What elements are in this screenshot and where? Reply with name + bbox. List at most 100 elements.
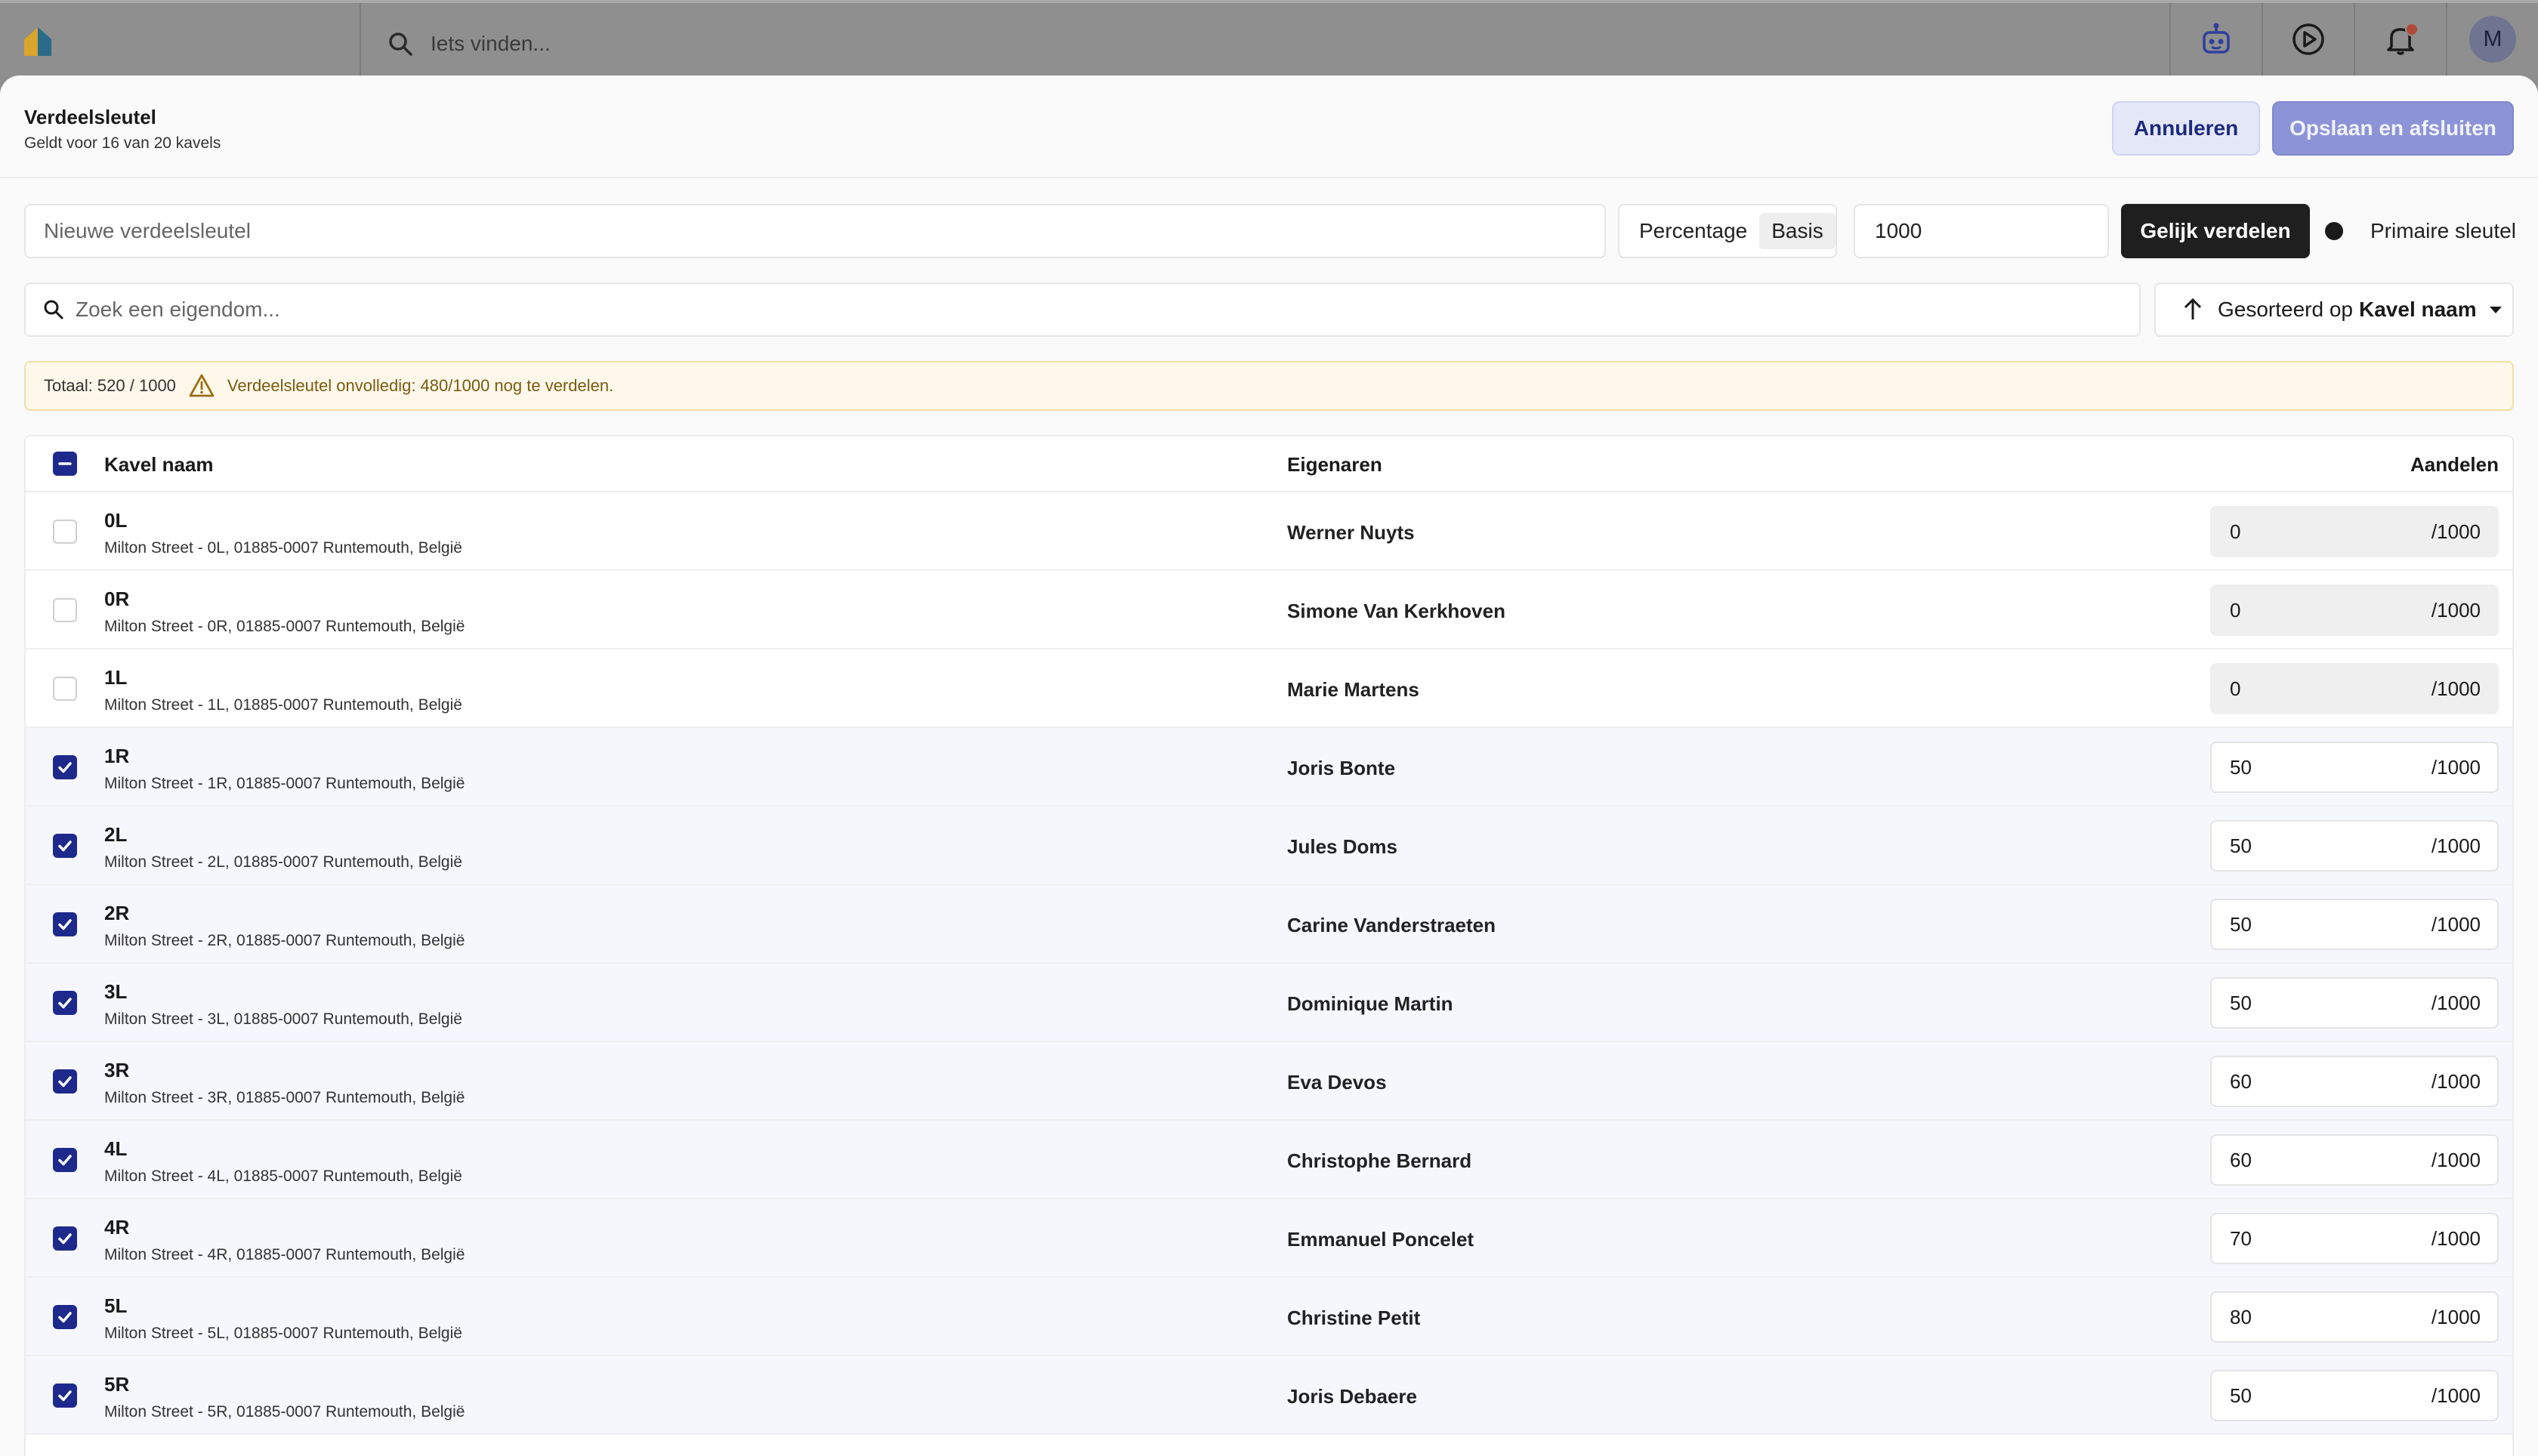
lot-owner: Carine Vanderstraeten: [1287, 914, 1496, 936]
table-row[interactable]: 3L Milton Street - 3L, 01885-0007 Runtemo…: [26, 964, 2512, 1042]
lot-owner: Emmanuel Poncelet: [1287, 1228, 1474, 1251]
assistant-button[interactable]: [2169, 3, 2262, 76]
topbar-actions: M: [2169, 3, 2538, 76]
mode-option-basis[interactable]: Basis: [1759, 213, 1836, 249]
share-input: 0/1000: [2210, 663, 2499, 714]
notifications-button[interactable]: [2354, 3, 2446, 76]
share-suffix: /1000: [2431, 1305, 2481, 1328]
share-input[interactable]: 50/1000: [2210, 742, 2499, 793]
play-icon: [2293, 23, 2324, 55]
lot-code: 3R: [104, 1059, 130, 1081]
column-header-name[interactable]: Kavel naam: [104, 453, 214, 477]
mode-option-percentage[interactable]: Percentage: [1627, 213, 1759, 249]
row-checkbox[interactable]: [53, 1305, 77, 1329]
lot-code: 5L: [104, 1294, 128, 1317]
lot-owner: Christophe Bernard: [1287, 1149, 1472, 1172]
distribution-key-modal: Verdeelsleutel Geldt voor 16 van 20 kave…: [0, 76, 2538, 1456]
equal-distribute-button[interactable]: Gelijk verdelen: [2121, 204, 2310, 258]
row-checkbox[interactable]: [53, 1069, 77, 1094]
primary-key-toggle[interactable]: Primaire sleutel: [2325, 204, 2516, 258]
lot-owner: Joris Debaere: [1287, 1385, 1417, 1408]
share-value: 50: [2230, 755, 2252, 779]
row-checkbox[interactable]: [53, 755, 77, 779]
global-search[interactable]: Iets vinden...: [387, 29, 551, 59]
check-icon: [58, 1233, 72, 1245]
share-suffix: /1000: [2431, 991, 2481, 1014]
check-icon: [58, 762, 72, 773]
row-checkbox[interactable]: [53, 834, 77, 858]
row-checkbox[interactable]: [53, 991, 77, 1015]
table-row[interactable]: 1L Milton Street - 1L, 01885-0007 Runtemo…: [26, 649, 2512, 728]
caret-down-icon: [2489, 307, 2502, 313]
share-input[interactable]: 80/1000: [2210, 1291, 2499, 1343]
table-row[interactable]: 0R Milton Street - 0R, 01885-0007 Runtemo…: [26, 571, 2512, 649]
shares-table: Kavel naam Eigenaren Aandelen 0L Milton S…: [24, 435, 2514, 1456]
share-value: 50: [2230, 834, 2252, 857]
lot-owner: Dominique Martin: [1287, 992, 1453, 1015]
table-row[interactable]: 0L Milton Street - 0L, 01885-0007 Runtemo…: [26, 492, 2512, 571]
lot-owner: Christine Petit: [1287, 1306, 1421, 1329]
mode-segmented-control: Percentage Basis: [1618, 204, 1837, 258]
table-row[interactable]: 1R Milton Street - 1R, 01885-0007 Runtemo…: [26, 728, 2512, 807]
share-suffix: /1000: [2431, 1148, 2481, 1171]
table-row[interactable]: 4R Milton Street - 4R, 01885-0007 Runtemo…: [26, 1199, 2512, 1278]
cancel-button[interactable]: Annuleren: [2112, 101, 2260, 156]
arrow-up-icon: [2184, 298, 2202, 319]
primary-key-radio[interactable]: [2325, 222, 2343, 240]
check-icon: [58, 919, 72, 930]
row-checkbox[interactable]: [53, 1384, 77, 1408]
share-value: 50: [2230, 912, 2252, 936]
notification-badge: [2405, 23, 2419, 36]
table-row[interactable]: 5L Milton Street - 5L, 01885-0007 Runtemo…: [26, 1278, 2512, 1356]
share-suffix: /1000: [2431, 755, 2481, 779]
share-input[interactable]: 60/1000: [2210, 1056, 2499, 1107]
table-row[interactable]: 2R Milton Street - 2R, 01885-0007 Runtemo…: [26, 885, 2512, 964]
table-row[interactable]: 2L Milton Street - 2L, 01885-0007 Runtemo…: [26, 807, 2512, 885]
key-name-input[interactable]: Nieuwe verdeelsleutel: [24, 204, 1606, 258]
share-input[interactable]: 60/1000: [2210, 1134, 2499, 1186]
check-icon: [58, 841, 72, 852]
table-row[interactable]: 5R Milton Street - 5R, 01885-0007 Runtemo…: [26, 1356, 2512, 1435]
share-input[interactable]: 50/1000: [2210, 1370, 2499, 1421]
modal-header: Verdeelsleutel Geldt voor 16 van 20 kave…: [0, 76, 2538, 178]
row-checkbox[interactable]: [53, 912, 77, 936]
property-search-input[interactable]: Zoek een eigendom...: [24, 282, 2141, 337]
lot-address: Milton Street - 4R, 01885-0007 Runtemout…: [104, 1246, 465, 1263]
row-checkbox[interactable]: [53, 520, 77, 544]
total-shares: Totaal: 520 / 1000: [44, 376, 176, 395]
sort-dropdown[interactable]: Gesorteerd op Kavel naam: [2154, 282, 2514, 337]
share-value: 80: [2230, 1305, 2252, 1328]
row-checkbox[interactable]: [53, 677, 77, 701]
user-menu[interactable]: M: [2446, 3, 2538, 76]
column-header-shares: Aandelen: [2410, 453, 2499, 476]
check-icon: [58, 998, 72, 1009]
table-row[interactable]: 3R Milton Street - 3R, 01885-0007 Runtemo…: [26, 1042, 2512, 1121]
row-checkbox[interactable]: [53, 598, 77, 622]
lot-address: Milton Street - 2R, 01885-0007 Runtemout…: [104, 932, 465, 949]
share-suffix: /1000: [2431, 912, 2481, 936]
lot-code: 4L: [104, 1137, 128, 1160]
lot-code: 0L: [104, 509, 128, 532]
base-value-input[interactable]: 1000: [1854, 204, 2109, 258]
row-checkbox[interactable]: [53, 1226, 77, 1251]
share-value: 70: [2230, 1226, 2252, 1250]
avatar: M: [2469, 16, 2516, 63]
share-input[interactable]: 50/1000: [2210, 977, 2499, 1029]
bot-icon: [2203, 23, 2230, 54]
column-header-owners: Eigenaren: [1287, 453, 1382, 476]
share-value: 0: [2230, 677, 2241, 700]
lot-owner: Joris Bonte: [1287, 757, 1396, 779]
check-icon: [58, 1390, 72, 1402]
share-input[interactable]: 70/1000: [2210, 1213, 2499, 1264]
share-value: 60: [2230, 1069, 2252, 1093]
tutorial-button[interactable]: [2262, 3, 2354, 76]
share-input[interactable]: 50/1000: [2210, 820, 2499, 871]
share-input[interactable]: 50/1000: [2210, 899, 2499, 950]
lot-address: Milton Street - 1L, 01885-0007 Runtemout…: [104, 696, 462, 714]
lot-owner: Eva Devos: [1287, 1071, 1387, 1094]
logo-icon[interactable]: [20, 23, 56, 59]
table-row[interactable]: 4L Milton Street - 4L, 01885-0007 Runtemo…: [26, 1121, 2512, 1199]
row-checkbox[interactable]: [53, 1148, 77, 1172]
save-and-close-button[interactable]: Opslaan en afsluiten: [2272, 101, 2514, 156]
select-all-checkbox[interactable]: [53, 452, 77, 476]
